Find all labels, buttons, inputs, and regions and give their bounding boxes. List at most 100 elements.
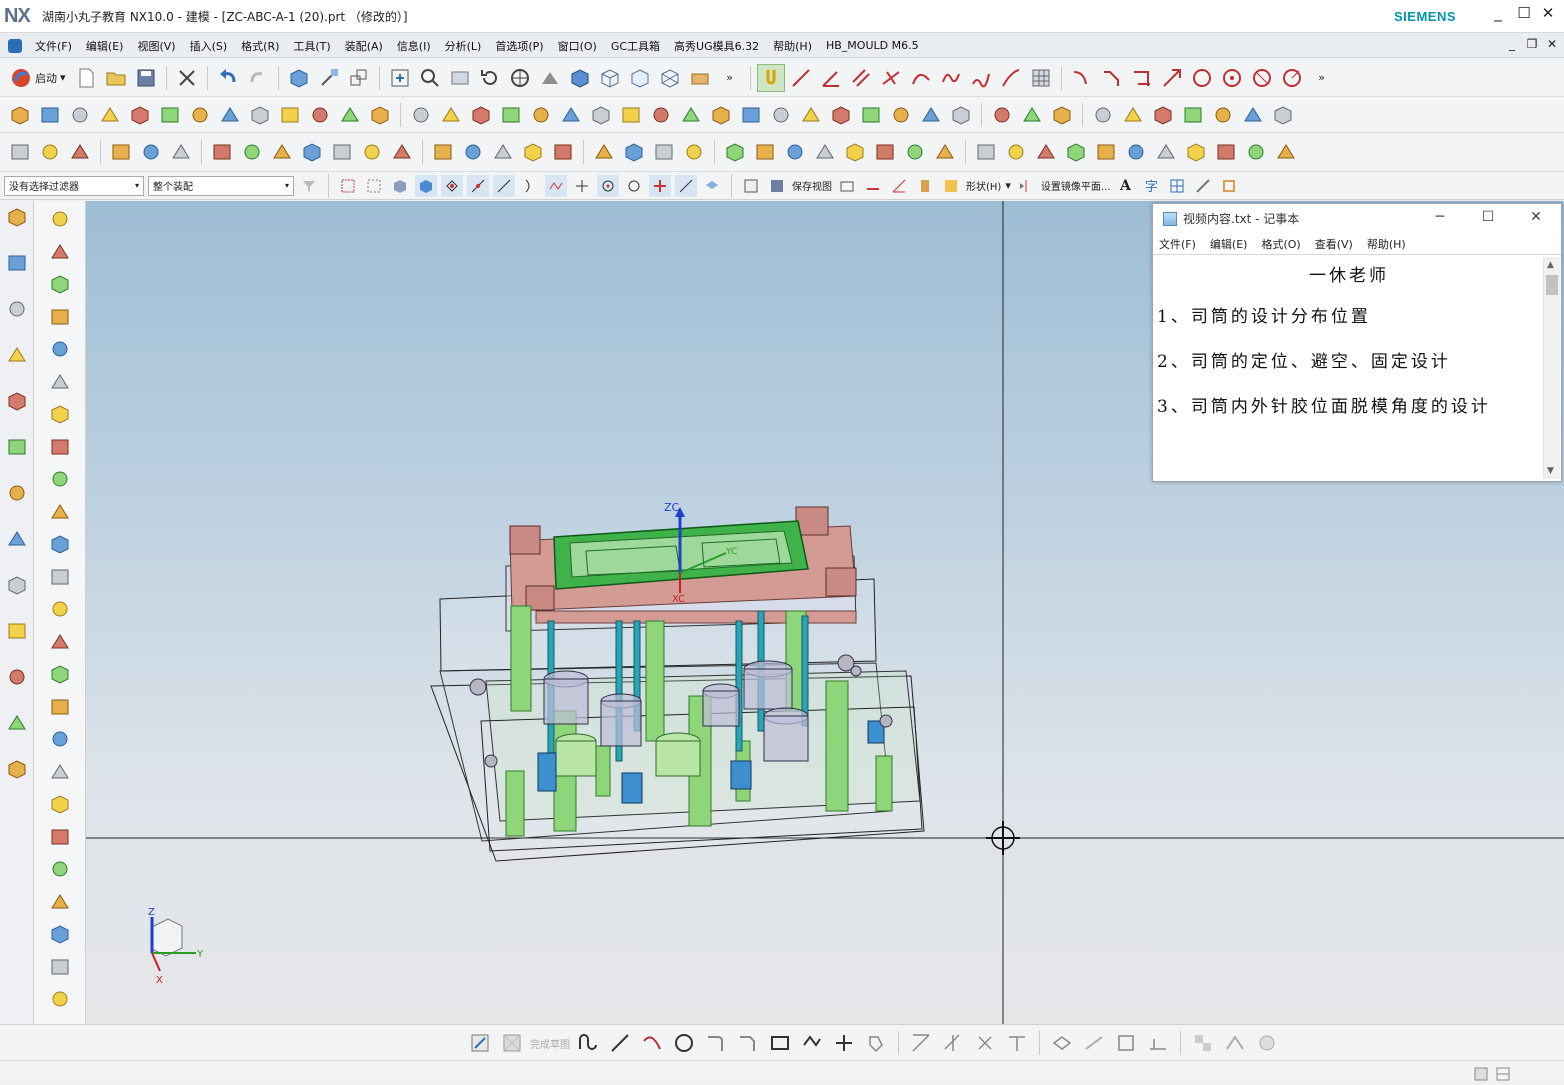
snap-icon[interactable] <box>756 63 785 92</box>
datum-plane-icon[interactable] <box>988 101 1016 129</box>
styled-blend-icon[interactable] <box>781 138 809 166</box>
n-sided-icon[interactable] <box>328 138 356 166</box>
project-curve-icon[interactable] <box>1269 101 1297 129</box>
quilt-icon[interactable] <box>590 138 618 166</box>
snap-arc-center-icon[interactable] <box>545 174 567 197</box>
status-layout-icon[interactable] <box>1492 1063 1514 1085</box>
subtract-icon[interactable] <box>647 101 675 129</box>
sketch-circle-icon[interactable] <box>670 1029 698 1057</box>
new-file-icon[interactable] <box>72 64 100 92</box>
zoom-icon[interactable] <box>416 64 444 92</box>
notepad-menu-format[interactable]: 格式(O) <box>1261 236 1300 252</box>
static-wireframe-icon[interactable] <box>656 64 684 92</box>
constraint-navigator-icon[interactable] <box>5 343 29 367</box>
intersection-curve-icon[interactable] <box>1152 138 1180 166</box>
pattern-icon[interactable] <box>437 101 465 129</box>
extrude-icon[interactable] <box>36 101 64 129</box>
open-folder-icon[interactable] <box>102 64 130 92</box>
block-icon[interactable] <box>156 101 184 129</box>
menu-tools[interactable]: 工具(T) <box>286 38 337 54</box>
scroll-down-icon[interactable]: ▼ <box>1547 466 1554 476</box>
face-blend-icon[interactable] <box>721 138 749 166</box>
reuse-library-icon[interactable] <box>5 389 29 413</box>
manufacturing-wizard-icon[interactable] <box>5 665 29 689</box>
select-box-icon[interactable] <box>363 175 385 197</box>
mold-tools-icon[interactable] <box>48 402 72 426</box>
replace-face-icon[interactable] <box>797 101 825 129</box>
sketch-arc-icon[interactable] <box>638 1029 666 1057</box>
snap-endpoint-icon[interactable] <box>441 174 463 197</box>
runner-icon[interactable] <box>48 695 72 719</box>
pocket-icon[interactable] <box>931 138 959 166</box>
sketch-corner-icon[interactable] <box>971 1029 999 1057</box>
isocline-icon[interactable] <box>1212 138 1240 166</box>
frame-icon[interactable] <box>1218 175 1240 197</box>
parting-tools-icon[interactable] <box>48 435 72 459</box>
groove-icon[interactable] <box>841 138 869 166</box>
doc-close-button[interactable]: ✕ <box>1542 37 1562 51</box>
mold-assembly[interactable]: ZC YC XC <box>430 501 925 862</box>
sketch-pattern-icon[interactable] <box>1080 1029 1108 1057</box>
box-solid-icon[interactable] <box>306 101 334 129</box>
profile-icon[interactable] <box>574 1029 602 1057</box>
sketch-relations-icon[interactable] <box>1189 1029 1217 1057</box>
menu-hb-mould[interactable]: HB_MOULD M6.5 <box>819 39 926 52</box>
ellipse-icon[interactable] <box>1248 64 1276 92</box>
snap-midpoint-icon[interactable] <box>467 174 489 197</box>
point-set-icon[interactable] <box>137 138 165 166</box>
emboss-icon[interactable] <box>811 138 839 166</box>
notepad-minimize-button[interactable]: ─ <box>1425 209 1455 225</box>
studio-surface-icon[interactable] <box>358 138 386 166</box>
mirror-plane-label[interactable]: 设置镜像平面... <box>1041 178 1111 193</box>
more-icon[interactable]: » <box>1308 64 1336 92</box>
text-icon[interactable] <box>1122 138 1150 166</box>
view-manager-icon[interactable] <box>48 955 72 979</box>
arc-curve-icon[interactable] <box>1002 138 1030 166</box>
sketch-trim-icon[interactable] <box>907 1029 935 1057</box>
edge-blend-icon[interactable] <box>407 101 435 129</box>
sketch-chamfer-icon[interactable] <box>734 1029 762 1057</box>
snap-intersection-icon[interactable] <box>519 175 541 197</box>
move-face-icon[interactable] <box>857 101 885 129</box>
notepad-close-button[interactable]: ✕ <box>1521 209 1551 225</box>
scrollbar-thumb[interactable] <box>1546 275 1558 295</box>
paint-icon[interactable] <box>914 175 936 197</box>
selection-scope-dropdown[interactable]: 整个装配 ▾ <box>148 175 294 196</box>
sketch-rectangle-icon[interactable] <box>766 1029 794 1057</box>
process-studio-icon[interactable] <box>5 619 29 643</box>
notepad-menu-edit[interactable]: 编辑(E) <box>1210 236 1248 252</box>
standard-parts-icon[interactable] <box>48 500 72 524</box>
snap-tangent-icon[interactable] <box>571 175 593 197</box>
roles-icon[interactable] <box>5 711 29 735</box>
conic-icon[interactable] <box>1278 64 1306 92</box>
maximize-button[interactable]: ☐ <box>1512 4 1536 22</box>
draft-icon[interactable] <box>527 101 555 129</box>
pad-icon[interactable] <box>366 101 394 129</box>
move-object-icon[interactable] <box>315 64 343 92</box>
scroll-up-icon[interactable]: ▲ <box>1547 260 1554 270</box>
doc-minimize-button[interactable]: _ <box>1502 37 1522 51</box>
divide-face-icon[interactable] <box>1209 101 1237 129</box>
measure-angle-icon[interactable] <box>888 175 910 197</box>
menu-analysis[interactable]: 分析(L) <box>438 38 489 54</box>
menu-information[interactable]: 信息(I) <box>390 38 438 54</box>
copy-object-icon[interactable] <box>345 64 373 92</box>
menu-view[interactable]: 视图(V) <box>130 38 182 54</box>
orient-view-icon[interactable] <box>506 64 534 92</box>
ejector-pin-icon[interactable] <box>48 532 72 556</box>
resize-icon[interactable] <box>917 101 945 129</box>
snap-point-icon[interactable] <box>623 175 645 197</box>
save-icon[interactable] <box>132 64 160 92</box>
silhouette-icon[interactable] <box>1242 138 1270 166</box>
font-icon[interactable]: 字 <box>1140 175 1162 197</box>
cylinder-solid-icon[interactable] <box>276 101 304 129</box>
helix-curve-icon[interactable] <box>1092 138 1120 166</box>
doc-restore-button[interactable]: ❐ <box>1522 37 1542 51</box>
menu-format[interactable]: 格式(R) <box>234 38 286 54</box>
revolve-icon[interactable] <box>66 101 94 129</box>
polyline-icon[interactable] <box>972 138 1000 166</box>
status-grid-icon[interactable] <box>1470 1063 1492 1085</box>
pan-icon[interactable] <box>446 64 474 92</box>
shrinkage-icon[interactable] <box>48 305 72 329</box>
notepad-menu-file[interactable]: 文件(F) <box>1159 236 1196 252</box>
